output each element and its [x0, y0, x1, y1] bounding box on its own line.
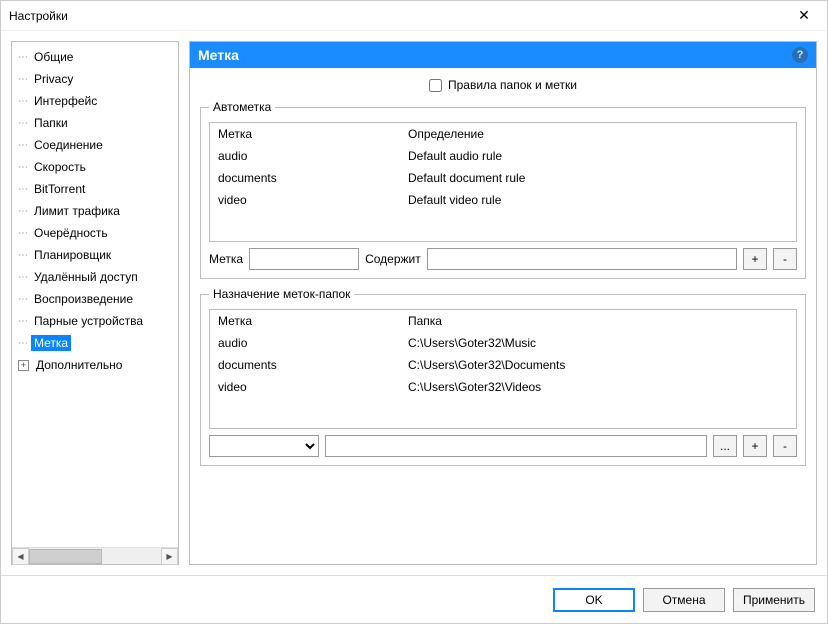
- sidebar-item-connection[interactable]: ⋯Соединение: [12, 134, 178, 156]
- settings-window: Настройки ✕ ⋯Общие ⋯Privacy ⋯Интерфейс ⋯…: [0, 0, 828, 624]
- table-row[interactable]: audioC:\Users\Goter32\Music: [210, 332, 796, 354]
- table-row[interactable]: videoC:\Users\Goter32\Videos: [210, 376, 796, 398]
- automark-label-metka: Метка: [209, 252, 243, 266]
- sidebar-item-label[interactable]: ⋯Метка: [12, 332, 178, 354]
- browse-button[interactable]: ...: [713, 435, 737, 457]
- ok-button[interactable]: OK: [553, 588, 635, 612]
- automark-add-button[interactable]: +: [743, 248, 767, 270]
- folders-col-path: Папка: [400, 310, 796, 332]
- scroll-right-icon[interactable]: ▶: [161, 548, 178, 565]
- folder-label-select[interactable]: [209, 435, 319, 457]
- sidebar-item-traffic-limit[interactable]: ⋯Лимит трафика: [12, 200, 178, 222]
- table-row[interactable]: documentsC:\Users\Goter32\Documents: [210, 354, 796, 376]
- category-tree: ⋯Общие ⋯Privacy ⋯Интерфейс ⋯Папки ⋯Соеди…: [11, 41, 179, 565]
- sidebar-item-speed[interactable]: ⋯Скорость: [12, 156, 178, 178]
- automark-list[interactable]: Метка Определение audioDefault audio rul…: [209, 122, 797, 242]
- sidebar-item-advanced[interactable]: +Дополнительно: [12, 354, 178, 376]
- scroll-left-icon[interactable]: ◀: [12, 548, 29, 565]
- panel-title: Метка: [198, 47, 792, 63]
- cancel-button[interactable]: Отмена: [643, 588, 725, 612]
- sidebar-item-remote[interactable]: ⋯Удалённый доступ: [12, 266, 178, 288]
- content-panel: Метка ? Правила папок и метки Автометка …: [189, 41, 817, 565]
- sidebar-item-folders[interactable]: ⋯Папки: [12, 112, 178, 134]
- table-row[interactable]: documentsDefault document rule: [210, 167, 796, 189]
- folder-labels-list[interactable]: Метка Папка audioC:\Users\Goter32\Music …: [209, 309, 797, 429]
- folder-rules-checkbox[interactable]: [429, 79, 442, 92]
- folder-labels-group: Назначение меток-папок Метка Папка audio…: [200, 287, 806, 466]
- panel-header: Метка ?: [190, 42, 816, 68]
- sidebar-hscrollbar[interactable]: ◀ ▶: [12, 547, 178, 564]
- dialog-footer: OK Отмена Применить: [1, 575, 827, 623]
- table-row[interactable]: audioDefault audio rule: [210, 145, 796, 167]
- help-icon[interactable]: ?: [792, 47, 808, 63]
- automark-label-contains: Содержит: [365, 252, 421, 266]
- titlebar: Настройки ✕: [1, 1, 827, 31]
- sidebar-item-paired-devices[interactable]: ⋯Парные устройства: [12, 310, 178, 332]
- folder-labels-legend: Назначение меток-папок: [209, 287, 354, 301]
- folders-col-label: Метка: [210, 310, 400, 332]
- automark-legend: Автометка: [209, 100, 275, 114]
- scroll-thumb[interactable]: [29, 549, 102, 564]
- automark-col-def: Определение: [400, 123, 796, 145]
- sidebar-item-playback[interactable]: ⋯Воспроизведение: [12, 288, 178, 310]
- sidebar-item-interface[interactable]: ⋯Интерфейс: [12, 90, 178, 112]
- window-title: Настройки: [9, 9, 789, 23]
- folder-add-button[interactable]: +: [743, 435, 767, 457]
- sidebar-item-general[interactable]: ⋯Общие: [12, 46, 178, 68]
- close-icon[interactable]: ✕: [789, 7, 819, 24]
- sidebar-item-queue[interactable]: ⋯Очерёдность: [12, 222, 178, 244]
- expand-icon[interactable]: +: [18, 360, 29, 371]
- automark-group: Автометка Метка Определение audioDefault…: [200, 100, 806, 279]
- sidebar-item-scheduler[interactable]: ⋯Планировщик: [12, 244, 178, 266]
- apply-button[interactable]: Применить: [733, 588, 815, 612]
- automark-remove-button[interactable]: -: [773, 248, 797, 270]
- sidebar-item-bittorrent[interactable]: ⋯BitTorrent: [12, 178, 178, 200]
- automark-contains-input[interactable]: [427, 248, 737, 270]
- automark-col-label: Метка: [210, 123, 400, 145]
- folder-rules-label: Правила папок и метки: [448, 78, 577, 92]
- folder-remove-button[interactable]: -: [773, 435, 797, 457]
- sidebar-item-privacy[interactable]: ⋯Privacy: [12, 68, 178, 90]
- table-row[interactable]: videoDefault video rule: [210, 189, 796, 211]
- folder-path-input[interactable]: [325, 435, 707, 457]
- automark-label-input[interactable]: [249, 248, 359, 270]
